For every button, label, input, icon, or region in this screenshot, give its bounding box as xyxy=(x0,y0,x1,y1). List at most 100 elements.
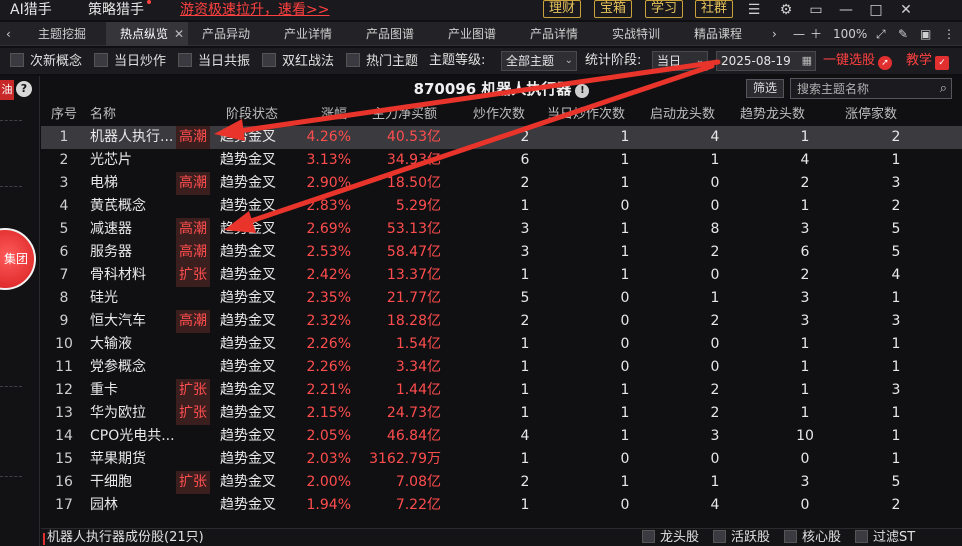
row-trend-leader-count: 1 xyxy=(800,198,810,214)
tab-hot-overview[interactable]: 热点纵览 ✕ xyxy=(106,22,188,46)
pill-treasure[interactable]: 宝箱 xyxy=(594,0,633,18)
table-row[interactable]: 16 干细胞 扩张 趋势金叉 2.00% 7.08亿 2 1 1 3 5 xyxy=(41,471,962,494)
filter-day-resonance[interactable]: 当日共振 xyxy=(178,53,250,69)
col-stage[interactable]: 阶段状态 xyxy=(226,104,278,126)
tab-theme-mining[interactable]: 主题挖掘 xyxy=(24,22,106,46)
filter-active-stock[interactable]: 活跃股 xyxy=(713,530,770,546)
checkbox-icon[interactable] xyxy=(784,530,797,543)
checkbox-icon[interactable] xyxy=(10,53,24,67)
row-day-hype-count: 1 xyxy=(620,474,630,490)
zoom-out-icon[interactable]: — xyxy=(793,22,805,46)
gear-icon[interactable]: ⚙ xyxy=(777,0,795,20)
edit-icon[interactable]: ✎ xyxy=(898,22,908,46)
table-row[interactable]: 5 减速器 高潮 趋势金叉 2.69% 53.13亿 3 1 8 3 5 xyxy=(41,218,962,241)
col-main-net-buy[interactable]: 主力净买额 xyxy=(372,104,437,126)
restore-window-icon[interactable]: ▭ xyxy=(807,0,825,20)
filter-new-concept[interactable]: 次新概念 xyxy=(10,53,82,69)
stat-stage-select[interactable]: 当日 ⌄ xyxy=(652,51,708,71)
search-icon[interactable]: ⌕ xyxy=(940,79,947,98)
row-hype-count: 5 xyxy=(520,290,530,306)
one-click-pick-button[interactable]: 一键选股 ➚ xyxy=(823,53,893,70)
tab-industry-map[interactable]: 产业图谱 xyxy=(434,22,516,46)
more-icon[interactable]: ⋮ xyxy=(943,22,955,46)
filter-exclude-st[interactable]: 过滤ST xyxy=(855,530,915,546)
expand-icon[interactable]: ⤢ xyxy=(876,22,886,46)
col-trend-leader-count[interactable]: 趋势龙头数 xyxy=(740,104,805,126)
tutorial-button[interactable]: 教学 ✓ xyxy=(906,53,950,70)
row-start-leader-count: 1 xyxy=(710,290,720,306)
col-limit-up-count[interactable]: 涨停家数 xyxy=(845,104,897,126)
filter-button[interactable]: 筛选 xyxy=(746,79,784,98)
table-row[interactable]: 3 电梯 高潮 趋势金叉 2.90% 18.50亿 2 1 0 2 3 xyxy=(41,172,962,195)
tab-industry-detail[interactable]: 产业详情 xyxy=(270,22,352,46)
tab-product-anomaly[interactable]: 产品异动 xyxy=(188,22,270,46)
group-circle-button[interactable]: 集团 xyxy=(0,228,36,290)
table-row[interactable]: 12 重卡 扩张 趋势金叉 2.21% 1.44亿 1 1 2 1 3 xyxy=(41,379,962,402)
checkbox-icon[interactable] xyxy=(178,53,192,67)
table-row[interactable]: 4 黄芪概念 趋势金叉 2.83% 5.29亿 1 0 0 1 2 xyxy=(41,195,962,218)
pill-community[interactable]: 社群 xyxy=(695,0,734,18)
table-row[interactable]: 1 机器人执行... 高潮 趋势金叉 4.26% 40.53亿 2 1 4 1 2 xyxy=(41,126,962,149)
date-picker[interactable]: 2025-08-19 ▦ xyxy=(716,51,816,71)
promo-link[interactable]: 游资极速拉升，速看>> xyxy=(180,0,329,20)
checkbox-icon[interactable] xyxy=(262,53,276,67)
table-row[interactable]: 2 光芯片 趋势金叉 3.13% 34.93亿 6 1 1 4 1 xyxy=(41,149,962,172)
table-row[interactable]: 11 党参概念 趋势金叉 2.26% 3.34亿 1 0 0 1 1 xyxy=(41,356,962,379)
table-row[interactable]: 13 华为欧拉 扩张 趋势金叉 2.15% 24.73亿 1 1 2 1 1 xyxy=(41,402,962,425)
minimize-icon[interactable]: — xyxy=(837,0,855,20)
col-hype-count[interactable]: 炒作次数 xyxy=(473,104,525,126)
zoom-in-icon[interactable]: ＋ xyxy=(810,22,822,46)
filter-double-red[interactable]: 双红战法 xyxy=(262,53,334,69)
table-row[interactable]: 8 硅光 趋势金叉 2.35% 21.77亿 5 0 1 3 1 xyxy=(41,287,962,310)
table-row[interactable]: 10 大输液 趋势金叉 2.26% 1.54亿 1 0 0 1 1 xyxy=(41,333,962,356)
row-limit-up-count: 2 xyxy=(891,497,901,513)
filter-core-stock[interactable]: 核心股 xyxy=(784,530,841,546)
maximize-icon[interactable]: □ xyxy=(867,0,885,20)
filter-day-hype[interactable]: 当日炒作 xyxy=(94,53,166,69)
col-day-hype-count[interactable]: 当日炒作次数 xyxy=(547,104,625,126)
col-name[interactable]: 名称 xyxy=(90,104,116,126)
menu-icon[interactable]: ☰ xyxy=(745,0,763,20)
table-row[interactable]: 14 CPO光电共... 趋势金叉 2.05% 46.84亿 4 1 3 10 1 xyxy=(41,425,962,448)
tab-product-detail[interactable]: 产品详情 xyxy=(516,22,598,46)
info-icon[interactable]: ! xyxy=(575,84,590,98)
tab-premium-course[interactable]: 精品课程 xyxy=(680,22,762,46)
col-change[interactable]: 涨幅 xyxy=(321,104,347,126)
checkbox-icon[interactable] xyxy=(346,53,360,67)
tabs-scroll-left-icon[interactable]: ‹ xyxy=(0,22,24,46)
row-heat-tag xyxy=(176,333,210,356)
checkbox-icon[interactable] xyxy=(94,53,108,67)
tab-product-map[interactable]: 产品图谱 xyxy=(352,22,434,46)
checkbox-icon[interactable] xyxy=(713,530,726,543)
table-row[interactable]: 9 恒大汽车 高潮 趋势金叉 2.32% 18.28亿 2 0 2 3 3 xyxy=(41,310,962,333)
help-icon[interactable]: ? xyxy=(16,81,32,97)
filter-hot-theme[interactable]: 热门主题 xyxy=(346,53,418,69)
tabs-scroll-right-icon[interactable]: › xyxy=(772,22,777,46)
table-row[interactable]: 6 服务器 高潮 趋势金叉 2.53% 58.47亿 3 1 2 6 5 xyxy=(41,241,962,264)
col-start-leader-count[interactable]: 启动龙头数 xyxy=(650,104,715,126)
pill-learn[interactable]: 学习 xyxy=(645,0,684,18)
filter-leader-stock[interactable]: 龙头股 xyxy=(642,530,699,546)
close-icon[interactable]: ✕ xyxy=(897,0,915,20)
screenshot-icon[interactable]: ▣ xyxy=(920,22,931,46)
col-index[interactable]: 序号 xyxy=(51,104,77,126)
row-heat-tag: 扩张 xyxy=(176,471,210,494)
theme-search-input[interactable] xyxy=(791,79,931,98)
app-ai-hunter[interactable]: AI猎手 xyxy=(10,0,52,20)
filter-day-resonance-label: 当日共振 xyxy=(198,54,251,69)
theme-level-select[interactable]: 全部主题 ⌄ xyxy=(501,51,577,71)
group-circle-label: 集团 xyxy=(3,252,28,266)
pill-finance[interactable]: 理财 xyxy=(543,0,582,18)
table-row[interactable]: 17 园林 趋势金叉 1.94% 7.22亿 1 0 4 0 2 xyxy=(41,494,962,517)
tab-close-icon[interactable]: ✕ xyxy=(174,27,184,41)
sidebar-tag[interactable]: 油 xyxy=(0,80,14,100)
table-row[interactable]: 7 骨科材料 扩张 趋势金叉 2.42% 13.37亿 1 1 0 2 4 xyxy=(41,264,962,287)
checkbox-icon[interactable] xyxy=(855,530,868,543)
app-strategy-hunter[interactable]: 策略猎手 xyxy=(88,0,144,20)
checkbox-icon[interactable] xyxy=(642,530,655,543)
row-hype-count: 1 xyxy=(520,382,530,398)
row-change: 2.35% xyxy=(306,290,351,306)
row-stage: 趋势金叉 xyxy=(220,267,276,283)
tab-practical-training[interactable]: 实战特训 xyxy=(598,22,680,46)
table-row[interactable]: 15 苹果期货 趋势金叉 2.03% 3162.79万 1 0 0 0 1 xyxy=(41,448,962,471)
